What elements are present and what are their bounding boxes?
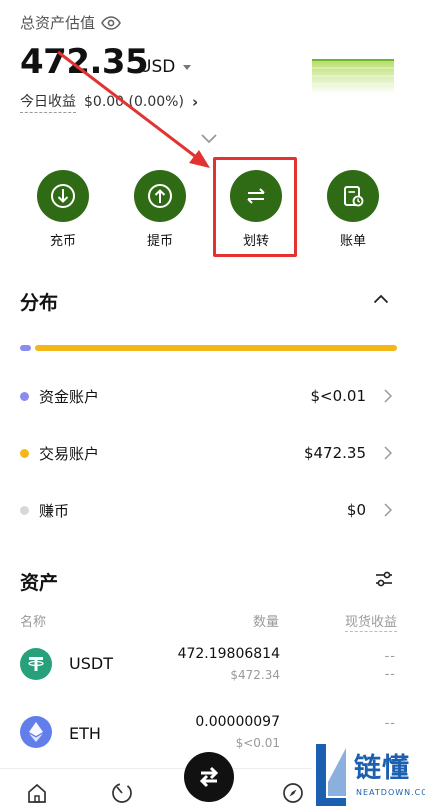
deposit-icon	[51, 184, 75, 208]
coin-name: ETH	[69, 724, 101, 743]
chevron-down-icon[interactable]	[200, 133, 218, 145]
deposit-button[interactable]: 充币	[31, 170, 95, 249]
bill-button[interactable]: 账单	[321, 170, 385, 249]
account-row-trading[interactable]: 交易账户 $472.35	[20, 441, 392, 465]
market-icon[interactable]	[111, 782, 133, 804]
sparkline-chart	[312, 59, 394, 94]
chevron-right-icon	[384, 446, 392, 460]
distribution-bar	[20, 345, 397, 351]
coin-value: $<0.01	[235, 736, 280, 750]
account-name: 资金账户	[39, 387, 100, 406]
withdraw-label: 提币	[146, 234, 173, 249]
home-icon[interactable]	[26, 782, 48, 804]
usdt-icon	[20, 648, 52, 680]
coin-name: USDT	[69, 654, 113, 673]
total-assets-value: 472.35	[20, 42, 149, 82]
legend-dot	[20, 505, 29, 515]
column-header-pnl[interactable]: 现货收益	[345, 611, 398, 632]
watermark-logo	[316, 744, 346, 806]
coin-value: $472.34	[230, 668, 280, 682]
coin-pnl: --	[384, 716, 396, 731]
account-name: 赚币	[39, 501, 70, 520]
coin-quantity: 472.19806814	[177, 646, 280, 662]
assets-title: 资产	[20, 572, 59, 594]
account-row-earn[interactable]: 赚币 $0	[20, 498, 392, 522]
bill-icon	[344, 186, 364, 207]
distribution-title: 分布	[20, 292, 59, 314]
deposit-label: 充币	[49, 234, 76, 249]
today-earnings-label: 今日收益	[20, 91, 76, 113]
watermark: 链懂 NEATDOWN.COM	[312, 740, 425, 809]
account-row-funding[interactable]: 资金账户 $<0.01	[20, 384, 392, 408]
chevron-right-icon: ›	[191, 93, 199, 111]
asset-row-usdt[interactable]: USDT 472.19806814 $472.34 -- --	[20, 646, 398, 686]
column-header-name: 名称	[20, 615, 47, 630]
eth-icon	[20, 716, 52, 748]
withdraw-button[interactable]: 提币	[128, 170, 192, 249]
coin-pnl: -- --	[384, 649, 396, 682]
total-assets-label: 总资产估值	[20, 12, 121, 33]
account-value: $0	[346, 501, 366, 519]
account-value: $472.35	[303, 444, 366, 462]
withdraw-icon	[148, 184, 172, 208]
chevron-up-icon[interactable]	[373, 294, 389, 304]
filter-settings-icon[interactable]	[374, 569, 394, 589]
compass-icon[interactable]	[282, 782, 304, 804]
bill-label: 账单	[339, 234, 366, 249]
eye-icon[interactable]	[101, 15, 121, 30]
funding-share-segment	[20, 345, 31, 351]
transfer-highlight-box	[213, 157, 297, 257]
currency-selector[interactable]: USD	[139, 57, 192, 77]
today-earnings-link[interactable]: 今日收益 $0.00 (0.00%) ›	[20, 91, 198, 113]
account-name: 交易账户	[39, 444, 100, 463]
legend-dot	[20, 448, 29, 458]
trade-button[interactable]	[184, 752, 234, 802]
account-value: $<0.01	[310, 387, 366, 405]
legend-dot	[20, 391, 29, 401]
watermark-text: 链懂	[354, 753, 410, 784]
chevron-right-icon	[384, 503, 392, 517]
today-earnings-value: $0.00 (0.00%)	[84, 94, 184, 110]
column-header-quantity[interactable]: 数量	[253, 611, 279, 630]
caret-down-icon	[183, 64, 192, 70]
coin-quantity: 0.00000097	[195, 714, 280, 730]
swap-icon	[199, 766, 219, 788]
watermark-subtext: NEATDOWN.COM	[356, 788, 425, 797]
trading-share-segment	[35, 345, 397, 351]
chevron-right-icon	[384, 389, 392, 403]
